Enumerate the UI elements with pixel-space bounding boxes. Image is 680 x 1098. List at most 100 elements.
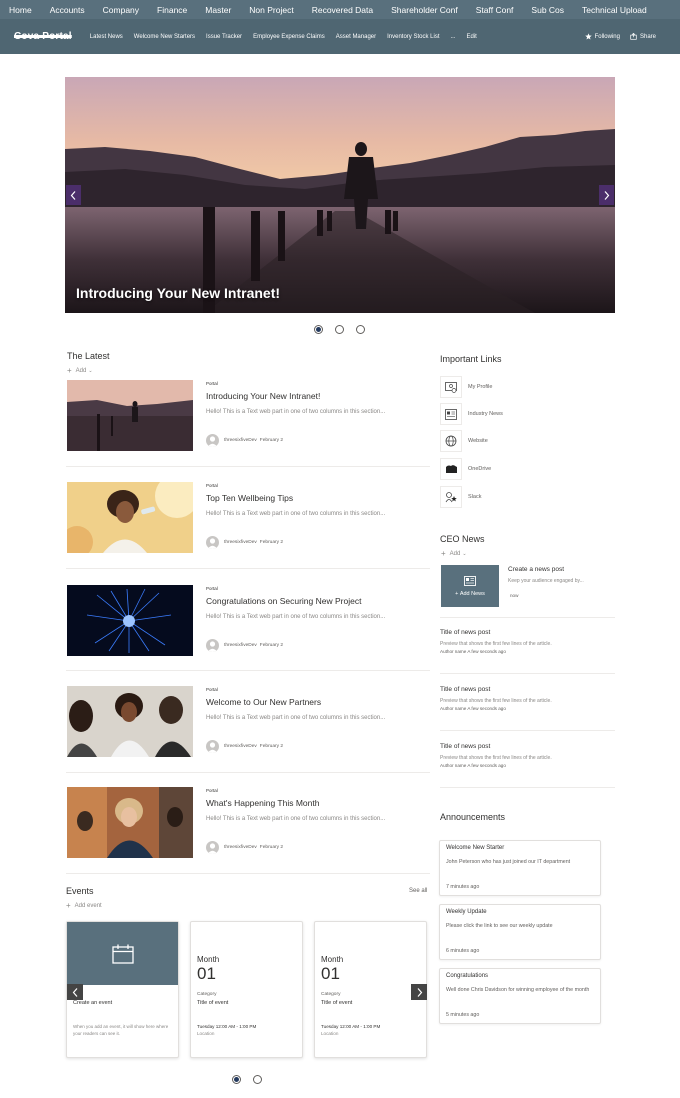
ceo-news-add-label: Add [449, 550, 461, 557]
link-industry-news[interactable]: Industry News [440, 403, 503, 425]
hero-next-button[interactable] [599, 185, 614, 205]
announcement-card[interactable]: Congratulations Well done Chris Davidson… [439, 968, 601, 1024]
news-category: Portal [206, 483, 218, 488]
top-nav-accounts[interactable]: Accounts [50, 5, 85, 15]
top-nav-shareholder-conf[interactable]: Shareholder Conf [391, 5, 458, 15]
link-onedrive[interactable]: OneDrive [440, 458, 491, 480]
site-nav-latest-news[interactable]: Latest News [90, 34, 123, 40]
news-author-line: threesixfiveDev February 2 [206, 434, 283, 447]
top-nav-company[interactable]: Company [103, 5, 139, 15]
events-see-all-link[interactable]: See all [409, 888, 427, 894]
news-thumbnail-wellbeing[interactable] [67, 482, 193, 553]
top-nav-finance[interactable]: Finance [157, 5, 187, 15]
following-button[interactable]: Following [584, 33, 620, 40]
news-post-preview: Preview that shows the first few lines o… [440, 641, 552, 647]
divider [440, 787, 615, 788]
add-news-tile[interactable]: + Add News [441, 565, 499, 607]
news-post-title[interactable]: Title of news post [440, 743, 490, 750]
add-event-button[interactable]: + Add event [66, 901, 102, 910]
hero-carousel[interactable]: Introducing Your New Intranet! [65, 77, 615, 313]
ceo-news-title: CEO News [440, 534, 485, 544]
share-button[interactable]: Share [630, 33, 656, 40]
announcement-time: 7 minutes ago [446, 884, 480, 890]
news-thumbnail-intranet[interactable] [67, 380, 193, 451]
news-post-author: Author name [440, 763, 467, 768]
events-prev-button[interactable] [67, 984, 83, 1000]
site-nav-edit[interactable]: Edit [467, 34, 477, 40]
header-actions: Following Share [575, 19, 656, 54]
news-item[interactable]: Portal Introducing Your New Intranet! He… [66, 380, 430, 453]
hero-pagination [314, 325, 377, 334]
news-title[interactable]: Congratulations on Securing New Project [206, 596, 361, 606]
avatar [206, 639, 219, 652]
site-nav-asset-manager[interactable]: Asset Manager [336, 34, 376, 40]
share-icon [630, 33, 637, 40]
news-title[interactable]: Top Ten Wellbeing Tips [206, 493, 293, 503]
events-dot-1[interactable] [232, 1075, 241, 1084]
link-website[interactable]: Website [440, 430, 488, 452]
add-news-label: Add News [459, 590, 485, 597]
event-category: Category [321, 992, 341, 997]
news-thumbnail-partners[interactable] [67, 686, 193, 757]
top-nav-sub-cos[interactable]: Sub Cos [531, 5, 564, 15]
news-title[interactable]: Welcome to Our New Partners [206, 697, 321, 707]
events-next-button[interactable] [411, 984, 427, 1000]
top-nav-home[interactable]: Home [9, 5, 32, 15]
hero-prev-button[interactable] [66, 185, 81, 205]
site-nav-welcome-new-starters[interactable]: Welcome New Starters [134, 34, 195, 40]
latest-add-label: Add [75, 367, 87, 374]
news-author[interactable]: threesixfiveDev [224, 438, 257, 443]
link-slack[interactable]: Slack [440, 486, 481, 508]
news-post-title[interactable]: Title of news post [440, 629, 490, 636]
news-thumbnail-this-month[interactable] [67, 787, 193, 858]
news-item[interactable]: Portal Welcome to Our New Partners Hello… [66, 686, 430, 759]
site-nav-issue-tracker[interactable]: Issue Tracker [206, 34, 242, 40]
event-title: Title of event [197, 1000, 229, 1006]
news-title[interactable]: Introducing Your New Intranet! [206, 391, 320, 401]
site-nav-expense-claims[interactable]: Employee Expense Claims [253, 34, 325, 40]
top-nav-staff-conf[interactable]: Staff Conf [476, 5, 514, 15]
hero-dot-1[interactable] [314, 325, 323, 334]
news-author[interactable]: threesixfiveDev [224, 643, 257, 648]
news-title[interactable]: What's Happening This Month [206, 798, 319, 808]
important-links-title: Important Links [440, 354, 502, 364]
event-location: Location [321, 1031, 339, 1036]
hero-dot-2[interactable] [335, 325, 344, 334]
top-nav-master[interactable]: Master [205, 5, 231, 15]
create-news-desc: Keep your audience engaged by... [508, 578, 584, 584]
site-nav-inventory[interactable]: Inventory Stock List [387, 34, 439, 40]
events-dot-2[interactable] [253, 1075, 262, 1084]
site-nav-more[interactable]: ... [450, 34, 455, 40]
event-card[interactable]: Month 01 Category Title of event Tuesday… [190, 921, 303, 1058]
event-day: 01 [197, 964, 216, 983]
chevron-down-icon: ⌄ [462, 550, 467, 557]
news-icon [464, 575, 476, 586]
top-nav-recovered-data[interactable]: Recovered Data [312, 5, 373, 15]
announcement-card[interactable]: Weekly Update Please click the link to s… [439, 904, 601, 960]
divider [66, 568, 430, 569]
news-description: Hello! This is a Text web part in one of… [206, 816, 386, 822]
ceo-news-add-button[interactable]: + Add ⌄ [441, 549, 467, 558]
hero-dot-3[interactable] [356, 325, 365, 334]
announcement-card[interactable]: Welcome New Starter John Peterson who ha… [439, 840, 601, 896]
news-item[interactable]: Portal What's Happening This Month Hello… [66, 787, 430, 860]
news-item[interactable]: Portal Top Ten Wellbeing Tips Hello! Thi… [66, 482, 430, 555]
news-thumbnail-fireworks[interactable] [67, 585, 193, 656]
plus-icon: + [441, 549, 446, 558]
news-author[interactable]: threesixfiveDev [224, 540, 257, 545]
news-post-title[interactable]: Title of news post [440, 686, 490, 693]
site-logo[interactable]: Cova Portal [14, 31, 72, 42]
top-nav-technical-upload[interactable]: Technical Upload [582, 5, 647, 15]
latest-section-title: The Latest [67, 351, 110, 361]
hero-title[interactable]: Introducing Your New Intranet! [76, 285, 280, 301]
link-my-profile[interactable]: My Profile [440, 376, 492, 398]
create-news-time: now [510, 593, 519, 598]
news-author[interactable]: threesixfiveDev [224, 845, 257, 850]
news-author[interactable]: threesixfiveDev [224, 744, 257, 749]
news-author-line: threesixfiveDev February 2 [206, 536, 283, 549]
news-item[interactable]: Portal Congratulations on Securing New P… [66, 585, 430, 658]
top-nav-non-project[interactable]: Non Project [249, 5, 293, 15]
latest-add-button[interactable]: + Add ⌄ [67, 366, 93, 375]
avatar [206, 841, 219, 854]
event-title: Title of event [321, 1000, 353, 1006]
